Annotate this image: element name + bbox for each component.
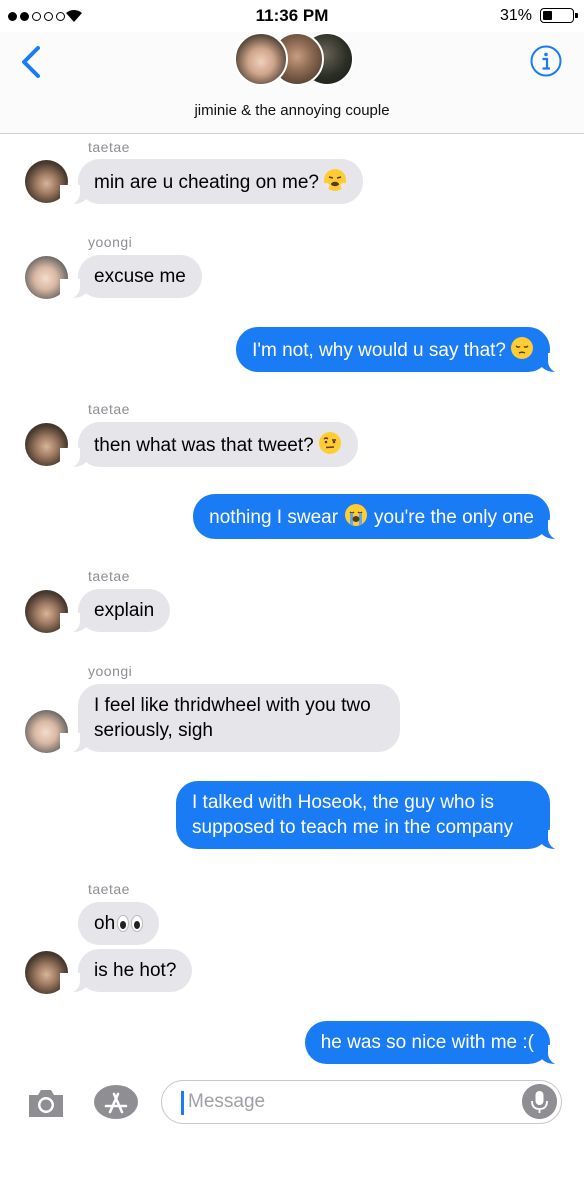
message-text: min are u cheating on me? [94,172,319,193]
eyes-icon [117,915,144,932]
battery-icon [540,8,578,23]
pensive-face-icon [511,337,533,359]
raised-eyebrow-face-icon [318,432,341,454]
message-bubble-incoming[interactable]: is he hot? [59,949,193,993]
status-time: 11:36 PM [255,6,329,25]
message-text: supposed to teach me in the company [192,817,514,838]
message-text: I talked with Hoseok, the guy who is [192,792,495,813]
message-bubble-incoming[interactable]: I feel like thridwheel with you two serio… [60,684,400,753]
app-store-icon[interactable] [92,1084,140,1120]
message-text: you're the only one [374,507,534,528]
conversation-header: jiminie & the annoying couple [0,32,584,134]
microphone-icon[interactable] [522,1084,557,1119]
message-bubble-outgoing[interactable]: I talked with Hoseok, the guy who is supp… [176,781,568,850]
message-text: then what was that tweet? [94,435,314,456]
message-placeholder: Message [188,1091,266,1112]
message-text: I feel like thridwheel with you two [94,695,371,716]
message-text: I'm not, why would u say that? [252,340,506,361]
info-icon[interactable] [530,45,562,77]
sender-name: taetae [88,139,130,155]
message-bubble-incoming[interactable]: then what was that tweet? [60,422,358,468]
message-text: seriously, sigh [94,720,213,741]
message-bubble-outgoing[interactable]: I'm not, why would u say that? [236,327,568,373]
message-text: excuse me [94,266,186,287]
message-bubble-incoming[interactable]: oh [78,902,160,945]
sender-name: taetae [88,568,130,584]
message-text: he was so nice with me :( [320,1032,534,1053]
battery-percent: 31% [499,7,532,24]
crying-face-icon [345,504,368,526]
message-text: explain [94,600,155,621]
message-text: is he hot? [94,960,177,981]
sender-name: yoongi [88,234,133,250]
camera-icon[interactable] [26,1086,66,1120]
group-avatars[interactable] [234,32,354,90]
status-bar: 11:36 PM 31% [0,0,584,32]
message-bubble-incoming[interactable]: min are u cheating on me? [60,159,363,205]
chevron-left-icon[interactable] [18,42,44,82]
sender-name: yoongi [88,663,133,679]
sender-name: taetae [88,881,130,897]
message-input-bar: Message [0,1070,584,1134]
avatar [234,32,288,86]
group-name[interactable]: jiminie & the annoying couple [0,102,584,119]
sender-name: taetae [88,401,130,417]
message-bubble-outgoing[interactable]: he was so nice with me :( [304,1021,569,1065]
message-bubble-incoming[interactable]: excuse me [60,255,202,299]
message-input[interactable]: Message [161,1080,562,1124]
message-bubble-outgoing[interactable]: nothing I swear you're the only one [193,494,568,540]
huffing-face-icon [323,169,347,191]
message-text: oh [94,913,116,934]
message-text: nothing I swear [209,507,339,528]
message-bubble-incoming[interactable]: explain [59,589,171,633]
text-cursor [181,1091,184,1115]
